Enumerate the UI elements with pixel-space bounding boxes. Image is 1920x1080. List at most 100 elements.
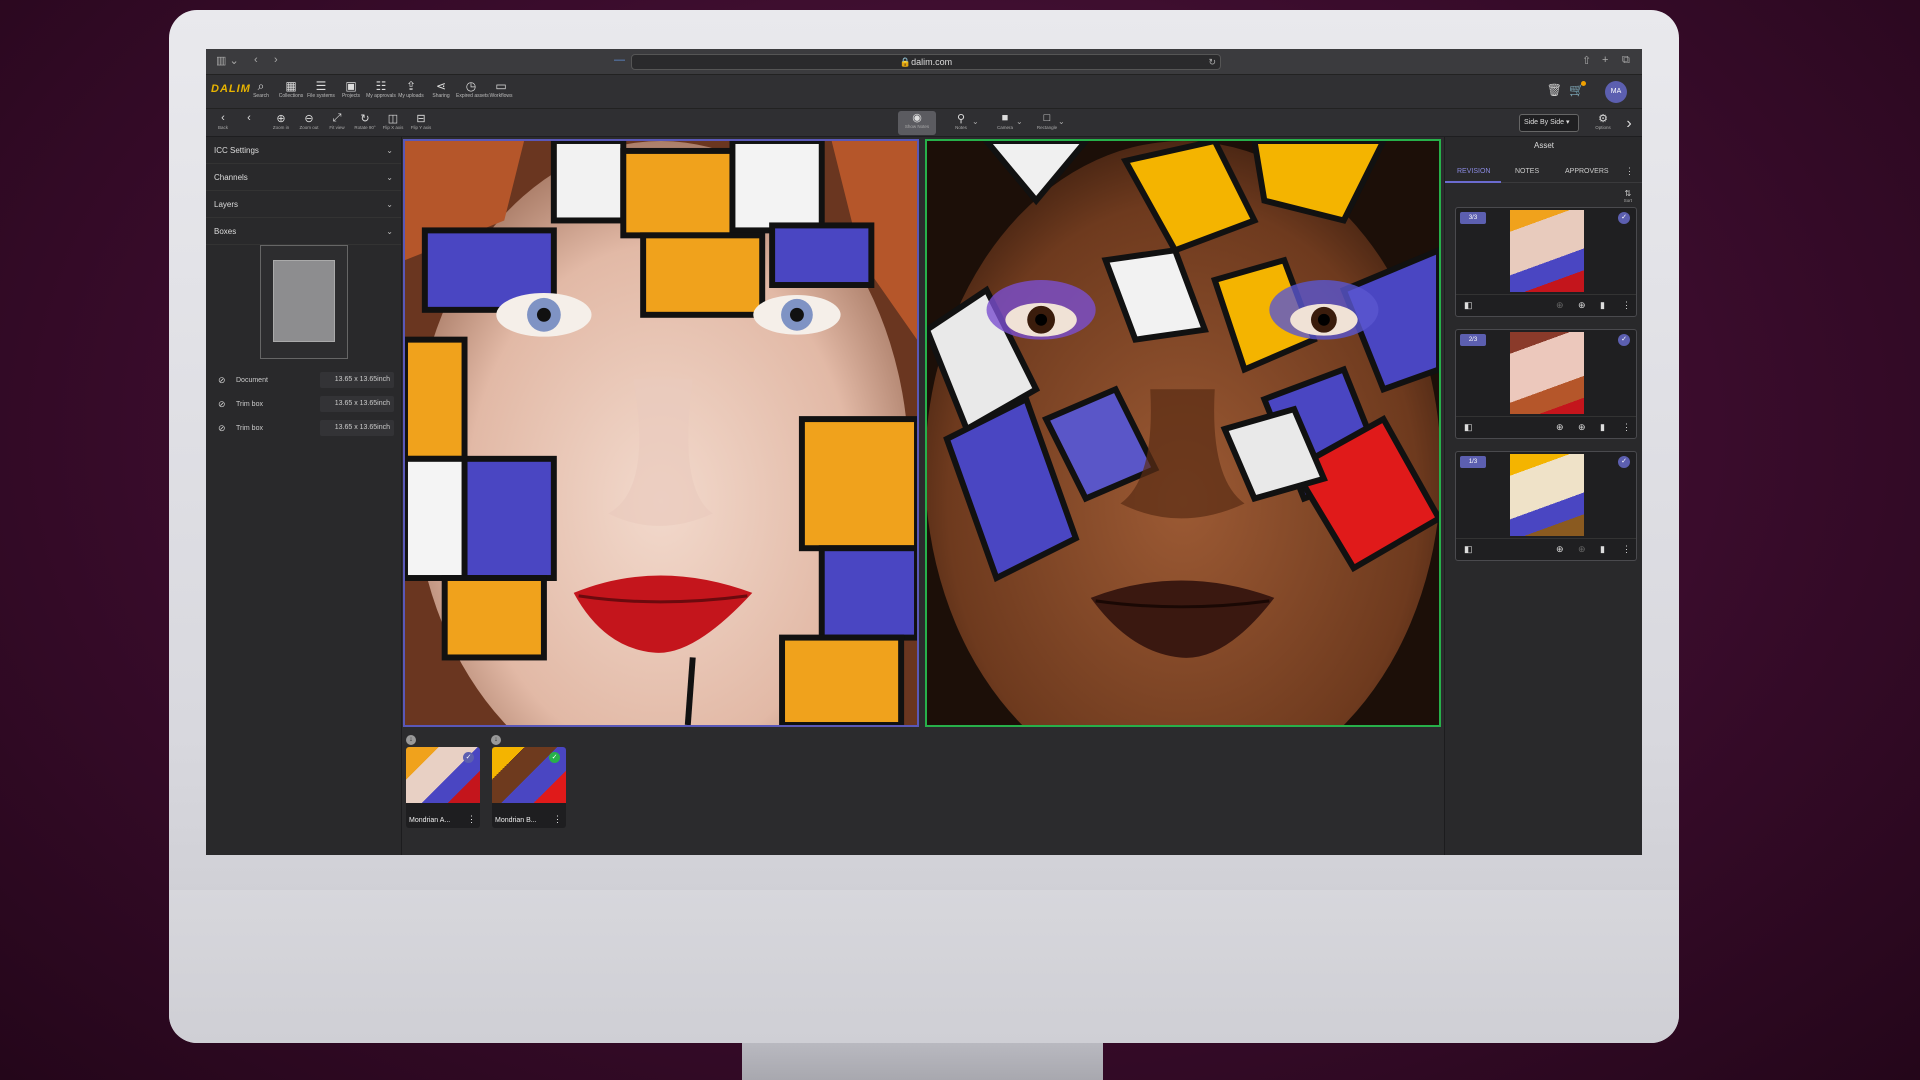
- sidebar-toggle-icon[interactable]: ▥ ⌄: [216, 54, 239, 67]
- browser-forward-icon[interactable]: ›: [274, 54, 278, 66]
- sort-button[interactable]: ⇅ Sort: [1624, 189, 1632, 203]
- nav-projects[interactable]: ▣ Projects: [336, 79, 366, 99]
- compare-icon[interactable]: ◧: [1464, 422, 1473, 433]
- tab-approvers[interactable]: APPROVERS: [1565, 168, 1609, 175]
- nav-sharing[interactable]: ⋖ Sharing: [426, 79, 456, 99]
- section-icc-settings[interactable]: ICC Settings ⌄: [206, 137, 401, 164]
- nav-search[interactable]: ⌕ Search: [246, 79, 276, 99]
- kebab-menu-icon[interactable]: ⋮: [1622, 544, 1631, 555]
- nav-my-approvals[interactable]: ☷ My approvals: [366, 79, 396, 99]
- notes-pin-icon: ⚲: [956, 113, 966, 125]
- url-field[interactable]: 🔒dalim.com ↻: [631, 54, 1221, 70]
- bookmark-icon[interactable]: ▮: [1600, 422, 1605, 433]
- visibility-off-icon[interactable]: ⊘: [218, 375, 236, 386]
- chevron-down-icon[interactable]: ⌄: [972, 117, 979, 126]
- nav-workflows[interactable]: ▭ Workflows: [486, 79, 516, 99]
- notes-pin-button[interactable]: ⚲ Notes: [948, 112, 974, 130]
- approve-icon[interactable]: ⊕: [1556, 300, 1564, 311]
- bookmark-icon[interactable]: ▮: [1600, 544, 1605, 555]
- visibility-off-icon[interactable]: ⊘: [218, 399, 236, 410]
- rectangle-icon: □: [1043, 112, 1051, 124]
- nav-file-systems[interactable]: ☰ File systems: [306, 79, 336, 99]
- thumb-download-icon[interactable]: ↓: [406, 735, 416, 745]
- revision-badge: 1/3: [1460, 456, 1486, 468]
- nav-my-uploads[interactable]: ⇪ My uploads: [396, 79, 426, 99]
- kebab-menu-icon[interactable]: ⋮: [1622, 300, 1631, 311]
- rotate-button[interactable]: ↻ Rotate 90°: [352, 112, 378, 130]
- compare-pane-right[interactable]: [925, 139, 1441, 727]
- nav-label: Expired assets: [456, 93, 489, 99]
- flip-y-button[interactable]: ⊟ Flip Y axis: [408, 112, 434, 130]
- zoom-in-button[interactable]: ⊕ Zoom in: [268, 112, 294, 130]
- collapse-right-icon[interactable]: ›: [1616, 115, 1642, 133]
- download-icon[interactable]: ⊕: [1578, 300, 1586, 311]
- view-mode-select[interactable]: Side By Side ▾: [1519, 114, 1579, 132]
- bookmark-icon[interactable]: ▮: [1600, 300, 1605, 311]
- prev-button[interactable]: ‹: [236, 112, 262, 125]
- dalim-logo[interactable]: DALIM: [211, 83, 251, 95]
- revision-card[interactable]: 3/3 ✓ ◧ ⊕ ⊕ ▮ ⋮: [1455, 207, 1637, 317]
- thumb-download-icon[interactable]: ↓: [491, 735, 501, 745]
- box-row: ⊘ Trim box 13.65 x 13.65inch: [218, 419, 394, 437]
- options-button[interactable]: ⚙ Options: [1590, 112, 1616, 130]
- panel-tabs: REVISION NOTES APPROVERS: [1445, 161, 1642, 183]
- panel-menu-icon[interactable]: ⋮: [1625, 166, 1634, 177]
- reload-icon[interactable]: ↻: [1208, 55, 1216, 69]
- compare-pane-left[interactable]: [403, 139, 919, 727]
- filmstrip-thumb[interactable]: ✓ Mondrian A... ⋮: [406, 747, 480, 828]
- nav-collections[interactable]: ▦ Collections: [276, 79, 306, 99]
- browser-back-icon[interactable]: ‹: [254, 54, 258, 66]
- box-dimensions: 13.65 x 13.65inch: [320, 420, 394, 436]
- file-systems-icon: ☰: [315, 79, 327, 93]
- browser-bar: ▥ ⌄ ‹ › — 🔒dalim.com ↻ ⇧ + ⧉: [206, 49, 1642, 75]
- check-icon[interactable]: ✓: [1618, 334, 1630, 346]
- nav-label: Workflows: [489, 93, 513, 99]
- approve-icon[interactable]: ⊕: [1556, 422, 1564, 433]
- box-label: Trim box: [236, 400, 263, 408]
- gear-icon: ⚙: [1598, 113, 1608, 125]
- show-notes-button[interactable]: ◉ Show Notes: [898, 111, 936, 135]
- revision-card[interactable]: 2/3 ✓ ◧ ⊕ ⊕ ▮ ⋮: [1455, 329, 1637, 439]
- check-icon[interactable]: ✓: [1618, 456, 1630, 468]
- tab-revision[interactable]: REVISION: [1457, 168, 1490, 175]
- chevron-down-icon: ⌄: [386, 172, 393, 182]
- chevron-down-icon[interactable]: ⌄: [1016, 117, 1023, 126]
- flip-x-button[interactable]: ◫ Flip X axis: [380, 112, 406, 130]
- chevron-down-icon[interactable]: ⌄: [1058, 117, 1065, 126]
- section-channels[interactable]: Channels ⌄: [206, 164, 401, 191]
- kebab-menu-icon[interactable]: ⋮: [1622, 422, 1631, 433]
- download-icon[interactable]: ⊕: [1578, 544, 1586, 555]
- options-label: Options: [1595, 125, 1611, 130]
- compare-icon[interactable]: ◧: [1464, 300, 1473, 311]
- back-button[interactable]: ‹ Back: [210, 112, 236, 130]
- nav-label: Search: [253, 93, 269, 99]
- share-icon[interactable]: ⇧: [1582, 54, 1591, 67]
- kebab-menu-icon[interactable]: ⋮: [553, 814, 562, 825]
- url-text: dalim.com: [911, 57, 953, 67]
- check-icon: ✓: [549, 752, 560, 763]
- download-icon[interactable]: ⊕: [1578, 422, 1586, 433]
- tabs-overview-icon[interactable]: ⧉: [1622, 54, 1630, 67]
- camera-button[interactable]: ■ Camera: [992, 112, 1018, 130]
- nav-label: File systems: [307, 93, 335, 99]
- visibility-off-icon[interactable]: ⊘: [218, 423, 236, 434]
- avatar[interactable]: MA: [1605, 81, 1627, 103]
- trash-icon[interactable]: 🗑: [1547, 83, 1562, 97]
- zoom-out-button[interactable]: ⊖ Zoom out: [296, 112, 322, 130]
- nav-expired-assets[interactable]: ◷ Expired assets: [456, 79, 489, 99]
- filmstrip-thumb[interactable]: ✓ Mondrian B... ⋮: [492, 747, 566, 828]
- fit-view-button[interactable]: ⤢ Fit view: [324, 112, 350, 130]
- workflows-icon: ▭: [495, 79, 507, 93]
- section-layers[interactable]: Layers ⌄: [206, 191, 401, 218]
- section-boxes[interactable]: Boxes ⌄: [206, 218, 401, 245]
- approvals-icon: ☷: [375, 79, 387, 93]
- approve-icon[interactable]: ⊕: [1556, 544, 1564, 555]
- compare-icon[interactable]: ◧: [1464, 544, 1473, 555]
- kebab-menu-icon[interactable]: ⋮: [467, 814, 476, 825]
- check-icon[interactable]: ✓: [1618, 212, 1630, 224]
- new-tab-icon[interactable]: +: [1602, 54, 1608, 66]
- section-label: Boxes: [214, 226, 237, 236]
- revision-card[interactable]: 1/3 ✓ ◧ ⊕ ⊕ ▮ ⋮: [1455, 451, 1637, 561]
- tab-notes[interactable]: NOTES: [1515, 168, 1539, 175]
- rectangle-button[interactable]: □ Rectangle: [1034, 112, 1060, 130]
